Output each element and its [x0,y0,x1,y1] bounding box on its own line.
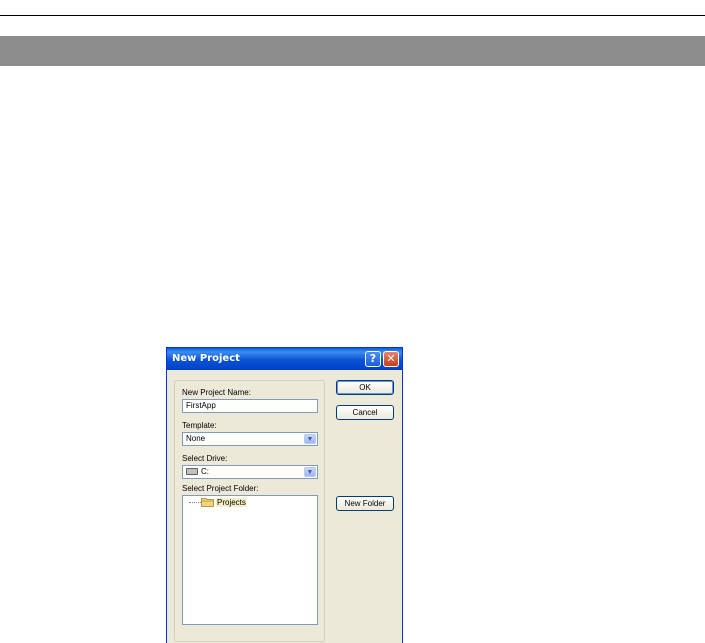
section-header-band [0,36,705,66]
project-name-label: New Project Name: [182,388,251,397]
drive-label: Select Drive: [182,454,228,463]
drive-value: C: [201,467,209,476]
header-rule [0,15,705,16]
folder-icon [201,498,214,507]
title-bar[interactable]: New Project ? ✕ [167,348,402,370]
template-value: None [186,434,206,443]
new-folder-button[interactable]: New Folder [336,496,394,511]
dialog-title: New Project [172,353,240,364]
cancel-button[interactable]: Cancel [336,405,394,420]
template-select[interactable]: None ▼ [182,432,318,446]
chevron-down-icon[interactable]: ▼ [304,467,316,477]
help-icon[interactable]: ? [365,351,381,367]
project-folder-tree[interactable]: Projects [182,495,318,625]
drive-select[interactable]: C: ▼ [182,465,318,479]
template-label: Template: [182,421,217,430]
chevron-down-icon[interactable]: ▼ [304,434,316,444]
tree-item-projects[interactable]: Projects [216,498,247,507]
drive-icon [186,468,198,476]
new-project-dialog: New Project ? ✕ New Project Name: FirstA… [166,347,403,643]
project-name-input[interactable]: FirstApp [182,399,318,413]
tree-connector [189,502,201,503]
close-icon[interactable]: ✕ [383,351,399,367]
ok-button[interactable]: OK [336,380,394,395]
folder-label: Select Project Folder: [182,484,259,493]
